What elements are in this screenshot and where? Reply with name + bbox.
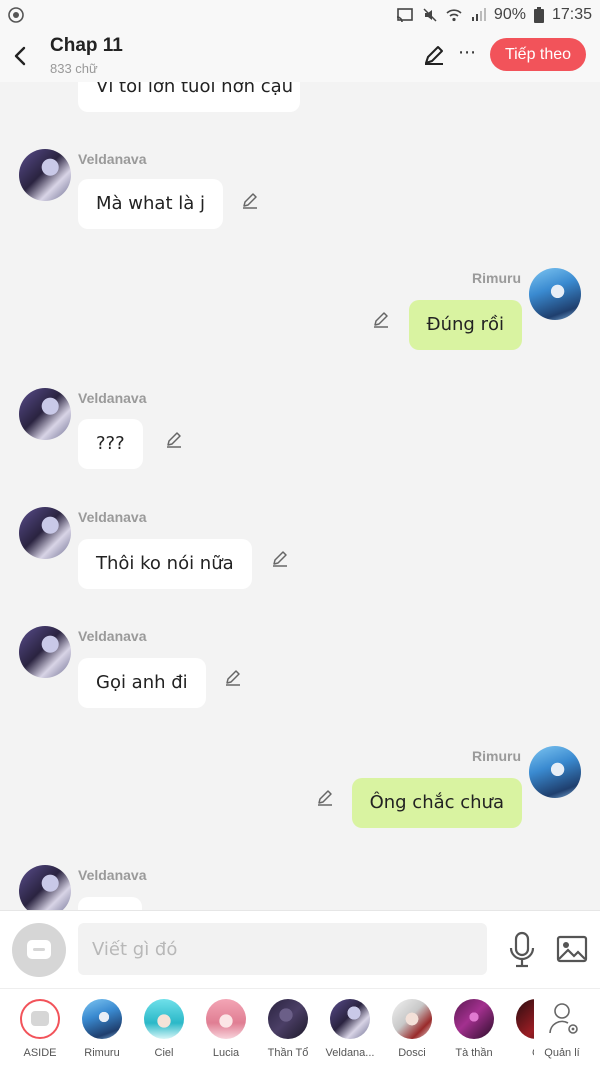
character-than-to[interactable]: Thần Tổ — [257, 999, 319, 1064]
edit-message-icon[interactable] — [371, 310, 391, 330]
status-right: 90% 17:35 — [396, 6, 592, 24]
character-lucia[interactable]: Lucia — [195, 999, 257, 1064]
character-name: Veldana... — [325, 1047, 375, 1059]
chapter-title: Chap 11 — [50, 35, 123, 56]
chapter-header: Chap 11 833 chữ ⋯ Tiếp theo — [0, 30, 600, 82]
character-name: ASIDE — [23, 1047, 57, 1059]
rimuru-avatar — [82, 999, 122, 1039]
more-options-icon[interactable]: ⋯ — [456, 43, 478, 67]
veldanava-avatar[interactable] — [19, 388, 71, 440]
edit-message-icon[interactable] — [164, 430, 184, 450]
mute-icon — [423, 8, 437, 22]
sender-name: Veldanava — [78, 390, 147, 406]
character-name: Thần Tổ — [267, 1047, 309, 1059]
clock: 17:35 — [551, 6, 592, 23]
sender-name: Veldanava — [78, 628, 147, 644]
wifi-icon — [446, 9, 462, 22]
app-screen: { "status_bar": { "battery": "90%", "tim… — [0, 0, 600, 1067]
chat-area[interactable]: Vì tôi lớn tuổi hơn cậu Veldanava Mà wha… — [0, 82, 600, 910]
manage-characters-button[interactable]: Quản lí — [534, 999, 594, 1064]
composer-bar — [0, 910, 600, 988]
aside-avatar — [20, 999, 60, 1039]
veldanava-avatar[interactable] — [19, 626, 71, 678]
edit-pencil-icon[interactable] — [422, 43, 446, 67]
chat-bubble-icon — [31, 1011, 49, 1026]
character-name: Rimuru — [84, 1047, 120, 1059]
character-bar: ASIDE Rimuru Ciel Lucia Thần Tổ Veldana.… — [0, 988, 600, 1067]
manage-label: Quản lí — [544, 1047, 580, 1059]
sender-name: Rimuru — [472, 270, 521, 286]
message-bubble[interactable]: ??? — [78, 419, 143, 469]
character-name: Ciel — [154, 1047, 174, 1059]
character-ciel[interactable]: Ciel — [133, 999, 195, 1064]
character-name: Lucia — [212, 1047, 240, 1059]
ta-than-avatar — [454, 999, 494, 1039]
status-bar: 90% 17:35 — [0, 0, 600, 30]
cast-icon — [396, 8, 413, 23]
character-name: Dosci — [398, 1047, 426, 1059]
signal-icon — [471, 8, 486, 21]
app-notification-icon — [8, 7, 24, 23]
image-icon[interactable] — [556, 933, 588, 965]
sender-name: Veldanava — [78, 867, 147, 883]
character-name: Tà thần — [455, 1047, 493, 1059]
edit-message-icon[interactable] — [315, 788, 335, 808]
veldanava-avatar[interactable] — [19, 149, 71, 201]
ciel-avatar — [144, 999, 184, 1039]
character-veldanava[interactable]: Veldana... — [319, 999, 381, 1064]
veldanava-avatar[interactable] — [19, 507, 71, 559]
message-bubble[interactable]: Mà what là j — [78, 179, 223, 229]
character-aside[interactable]: ASIDE — [9, 999, 71, 1064]
edit-message-icon[interactable] — [270, 549, 290, 569]
rimuru-avatar[interactable] — [529, 268, 581, 320]
sender-name: Veldanava — [78, 151, 147, 167]
sender-name: Veldanava — [78, 509, 147, 525]
back-arrow-icon[interactable] — [8, 40, 32, 72]
message-bubble[interactable]: Vì tôi lớn tuổi hơn cậu — [78, 82, 300, 112]
lucia-avatar — [206, 999, 246, 1039]
character-dosci[interactable]: Dosci — [381, 999, 443, 1064]
chat-mode-button[interactable] — [12, 923, 66, 977]
dosci-avatar — [392, 999, 432, 1039]
message-input[interactable] — [78, 923, 487, 975]
message-bubble[interactable]: Thôi ko nói nữa — [78, 539, 252, 589]
message-bubble[interactable] — [78, 897, 142, 910]
user-settings-icon — [549, 1003, 578, 1034]
edit-message-icon[interactable] — [223, 668, 243, 688]
message-bubble[interactable]: Đúng rồi — [408, 300, 522, 350]
than-to-avatar — [268, 999, 308, 1039]
veldanava-avatar[interactable] — [19, 865, 71, 910]
character-rimuru[interactable]: Rimuru — [71, 999, 133, 1064]
battery-icon — [533, 7, 544, 23]
word-count: 833 chữ — [50, 61, 98, 76]
next-chapter-button[interactable]: Tiếp theo — [490, 38, 586, 71]
veldanava-avatar — [330, 999, 370, 1039]
chat-bubble-icon — [27, 940, 51, 959]
edit-message-icon[interactable] — [240, 191, 260, 211]
microphone-icon[interactable] — [507, 931, 537, 969]
character-ta-than[interactable]: Tà thần — [443, 999, 505, 1064]
message-bubble[interactable]: Gọi anh đi — [78, 658, 206, 708]
sender-name: Rimuru — [472, 748, 521, 764]
message-bubble[interactable]: Ông chắc chưa — [351, 778, 522, 828]
battery-percent: 90% — [493, 6, 526, 23]
rimuru-avatar[interactable] — [529, 746, 581, 798]
